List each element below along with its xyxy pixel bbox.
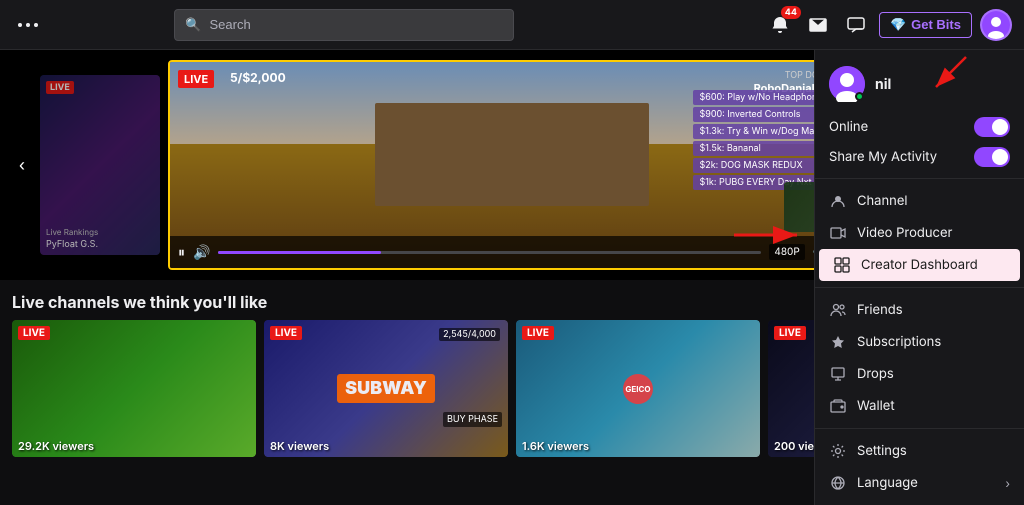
search-input[interactable] <box>210 17 504 32</box>
viewer-count-3: 1.6K viewers <box>522 439 589 453</box>
goal-bar-2: 2,545/4,000 <box>439 328 500 341</box>
donation-goal: 5/$2,000 <box>230 70 286 85</box>
live-badge-4: LIVE <box>774 326 806 340</box>
menu-divider-3 <box>815 428 1024 429</box>
menu-item-settings[interactable]: Settings <box>815 435 1024 467</box>
menu-item-subscriptions[interactable]: Subscriptions <box>815 326 1024 358</box>
user-section: nil <box>815 58 1024 112</box>
stream-card-2[interactable]: SUBWAY BUY PHASE LIVE 2,545/4,000 8K vie… <box>264 320 508 457</box>
subway-logo: SUBWAY <box>337 374 435 403</box>
stream-thumb-2: SUBWAY BUY PHASE LIVE 2,545/4,000 8K vie… <box>264 320 508 457</box>
dropdown-menu: nil Online Share My Activity <box>814 50 1024 505</box>
thumb-bg-1 <box>12 320 256 457</box>
menu-item-video-producer[interactable]: Video Producer <box>815 217 1024 249</box>
gem-icon: 💎 <box>890 17 906 33</box>
creator-dashboard-icon <box>833 256 851 274</box>
quality-badge[interactable]: 480P <box>769 244 804 260</box>
get-bits-button[interactable]: 💎 Get Bits <box>879 12 972 38</box>
side-rank-1: Live Rankings <box>46 227 98 237</box>
main-content: ‹ LIVE PyFloat G.S. Live Rankings <box>0 50 1024 505</box>
dropdown-overlay: nil Online Share My Activity <box>814 50 1024 505</box>
stream-card-1[interactable]: LIVE 29.2K viewers <box>12 320 256 457</box>
settings-menu-icon <box>829 442 847 460</box>
live-badge-1: LIVE <box>18 326 50 340</box>
geico-logo: GEICO <box>623 374 653 404</box>
share-label: Share My Activity <box>829 149 966 165</box>
video-building <box>375 103 649 206</box>
drops-icon <box>829 365 847 383</box>
online-toggle-knob <box>992 119 1008 135</box>
online-toggle-row: Online <box>815 112 1024 142</box>
menu-item-wallet[interactable]: Wallet <box>815 390 1024 422</box>
menu-dots-button[interactable] <box>12 17 44 33</box>
mute-button[interactable]: 🔊 <box>193 244 210 261</box>
side-game-label-1: PyFloat G.S. <box>46 239 98 250</box>
menu-item-channel[interactable]: Channel <box>815 185 1024 217</box>
header-right: 44 💎 Get Bits <box>765 9 1012 41</box>
header: 🔍 44 💎 Get Bits <box>0 0 1024 50</box>
user-avatar-button[interactable] <box>980 9 1012 41</box>
video-controls-bar: ⏸ 🔊 480P ⚙️ ⛶ <box>170 236 854 268</box>
live-badge-2: LIVE <box>270 326 302 340</box>
menu-divider-2 <box>815 287 1024 288</box>
viewer-count-2: 8K viewers <box>270 439 329 453</box>
language-icon <box>829 474 847 492</box>
online-indicator <box>855 92 864 101</box>
subscriptions-icon <box>829 333 847 351</box>
user-avatar <box>829 66 865 102</box>
video-producer-label: Video Producer <box>857 225 1010 241</box>
language-chevron: › <box>1005 476 1010 491</box>
search-bar[interactable]: 🔍 <box>174 9 514 41</box>
notification-button[interactable]: 44 <box>765 10 795 40</box>
video-producer-icon <box>829 224 847 242</box>
main-live-badge: LIVE <box>178 70 214 88</box>
online-toggle[interactable] <box>974 117 1010 137</box>
channel-icon <box>829 192 847 210</box>
chat-icon[interactable] <box>841 10 871 40</box>
stream-card-3[interactable]: GEICO LIVE 1.6K viewers <box>516 320 760 457</box>
play-pause-button[interactable]: ⏸ <box>178 244 185 261</box>
menu-divider-1 <box>815 178 1024 179</box>
search-icon: 🔍 <box>185 17 201 33</box>
drops-label: Drops <box>857 366 1010 382</box>
share-toggle[interactable] <box>974 147 1010 167</box>
carousel-side-thumb-left[interactable]: LIVE PyFloat G.S. Live Rankings <box>40 75 160 255</box>
stream-thumb-3: GEICO LIVE 1.6K viewers <box>516 320 760 457</box>
username: nil <box>875 76 891 93</box>
mail-icon[interactable] <box>803 10 833 40</box>
carousel-prev-button[interactable]: ‹ <box>8 151 36 179</box>
menu-item-language[interactable]: Language › <box>815 467 1024 499</box>
get-bits-label: Get Bits <box>911 17 961 32</box>
subscriptions-label: Subscriptions <box>857 334 1010 350</box>
main-video-player[interactable]: LIVE 5/$2,000 TOP DONORS RoboDanjal $100… <box>168 60 856 270</box>
stream-thumb-1: LIVE 29.2K viewers <box>12 320 256 457</box>
share-toggle-knob <box>992 149 1008 165</box>
notification-count: 44 <box>781 6 801 19</box>
buy-phase-label: BUY PHASE <box>443 412 502 427</box>
online-label: Online <box>829 119 966 135</box>
menu-item-creator-dashboard[interactable]: Creator Dashboard <box>819 249 1020 281</box>
viewer-count-1: 29.2K viewers <box>18 439 94 453</box>
wallet-icon <box>829 397 847 415</box>
progress-bar[interactable] <box>218 251 761 254</box>
live-badge-3: LIVE <box>522 326 554 340</box>
share-toggle-row: Share My Activity <box>815 142 1024 172</box>
friends-label: Friends <box>857 302 1010 318</box>
side-live-badge-1: LIVE <box>46 81 74 94</box>
menu-item-dark-theme[interactable]: Dark Theme <box>815 499 1024 505</box>
settings-label: Settings <box>857 443 1010 459</box>
channel-label: Channel <box>857 193 1010 209</box>
menu-item-friends[interactable]: Friends <box>815 294 1024 326</box>
creator-dashboard-label: Creator Dashboard <box>861 257 1006 273</box>
side-thumb-bg-1: LIVE PyFloat G.S. Live Rankings <box>40 75 160 255</box>
language-label: Language <box>857 475 995 491</box>
menu-item-drops[interactable]: Drops <box>815 358 1024 390</box>
wallet-label: Wallet <box>857 398 1010 414</box>
friends-icon <box>829 301 847 319</box>
